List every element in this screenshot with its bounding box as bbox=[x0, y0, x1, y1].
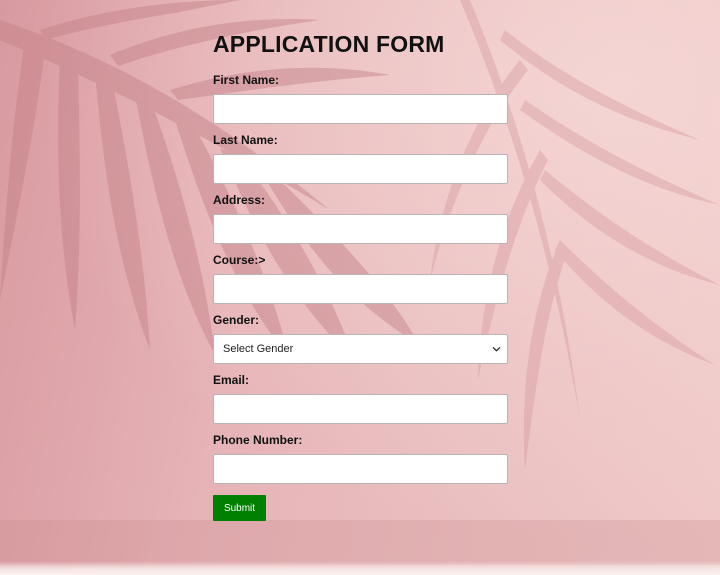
first-name-input[interactable] bbox=[213, 94, 508, 124]
gender-label: Gender: bbox=[213, 313, 260, 327]
bottom-light-strip bbox=[0, 561, 720, 575]
phone-number-label: Phone Number: bbox=[213, 433, 303, 447]
gender-select[interactable]: Select Gender bbox=[213, 334, 508, 364]
first-name-label: First Name: bbox=[213, 73, 280, 87]
last-name-input[interactable] bbox=[213, 154, 508, 184]
course-input[interactable] bbox=[213, 274, 508, 304]
chevron-down-icon bbox=[492, 347, 501, 352]
submit-button[interactable]: Submit bbox=[213, 495, 266, 521]
gender-select-value: Select Gender bbox=[223, 343, 294, 355]
email-input[interactable] bbox=[213, 394, 508, 424]
application-form: APPLICATION FORM First Name: Last Name: … bbox=[213, 30, 513, 521]
phone-number-input[interactable] bbox=[213, 454, 508, 484]
page-title: APPLICATION FORM bbox=[213, 31, 445, 57]
course-label: Course:> bbox=[213, 253, 266, 267]
last-name-label: Last Name: bbox=[213, 133, 278, 147]
email-label: Email: bbox=[213, 373, 250, 387]
address-input[interactable] bbox=[213, 214, 508, 244]
address-label: Address: bbox=[213, 193, 266, 207]
